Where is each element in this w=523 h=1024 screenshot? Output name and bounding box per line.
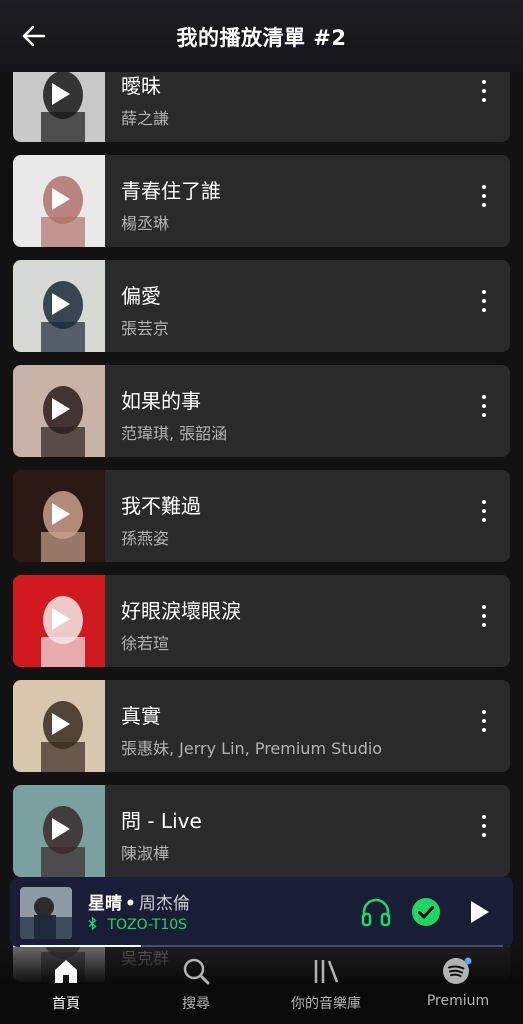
nav-library[interactable]: 你的音樂庫: [271, 957, 381, 1013]
more-options-icon[interactable]: [480, 185, 488, 217]
play-icon[interactable]: [51, 82, 71, 106]
track-row[interactable]: 問 - Live 陳淑樺: [13, 785, 510, 877]
track-row[interactable]: 偏愛 張芸京: [13, 260, 510, 352]
nav-home[interactable]: 首頁: [11, 957, 121, 1013]
nav-premium-label: Premium: [426, 993, 490, 1009]
more-options-icon[interactable]: [480, 710, 488, 742]
headphones-icon[interactable]: [360, 897, 392, 927]
now-playing-bar[interactable]: 星晴 • 周杰倫 TOZO-T10S: [10, 877, 513, 947]
track-title: 我不難過: [121, 494, 201, 518]
album-cover: [13, 575, 105, 667]
track-artist: 陳淑樺: [121, 844, 170, 863]
separator-dot: •: [125, 894, 136, 914]
top-bar: 我的播放清單 #2: [0, 0, 523, 72]
track-artist: 孫燕姿: [121, 529, 170, 548]
track-row[interactable]: 好眼淚壞眼淚 徐若瑄: [13, 575, 510, 667]
track-row[interactable]: 真實張惠妹, Jerry Lin, Premium Studio: [13, 680, 510, 772]
play-icon[interactable]: [51, 397, 71, 421]
track-artist: 薛之謙: [121, 109, 170, 128]
nav-library-label: 你的音樂庫: [291, 996, 361, 1012]
play-icon[interactable]: [51, 292, 71, 316]
track-row[interactable]: 如果的事范瑋琪, 張韶涵: [13, 365, 510, 457]
track-title: 偏愛: [121, 284, 161, 308]
library-icon: [314, 960, 339, 983]
track-row[interactable]: 青春住了誰 楊丞琳: [13, 155, 510, 247]
bottom-navigation: 首頁 搜尋 你的音樂庫 Premium: [0, 947, 523, 1024]
more-options-icon[interactable]: [480, 290, 488, 322]
now-playing-song: 星晴: [88, 894, 122, 914]
track-title: 如果的事: [121, 389, 201, 413]
more-options-icon[interactable]: [480, 80, 488, 112]
more-options-icon[interactable]: [480, 605, 488, 637]
play-icon[interactable]: [51, 187, 71, 211]
album-cover: [13, 155, 105, 247]
play-icon[interactable]: [51, 607, 71, 631]
search-icon: [183, 958, 210, 985]
saved-check-icon[interactable]: [411, 897, 441, 927]
nav-search[interactable]: 搜尋: [141, 957, 251, 1013]
album-cover: [13, 680, 105, 772]
play-icon[interactable]: [51, 817, 71, 841]
now-playing-cover: [20, 887, 72, 939]
play-icon[interactable]: [51, 502, 71, 526]
track-artist: 楊丞琳: [121, 214, 170, 233]
nav-search-label: 搜尋: [182, 996, 210, 1012]
home-icon: [55, 960, 77, 983]
track-artist: 張芸京: [121, 319, 170, 338]
track-title: 青春住了誰: [121, 179, 221, 203]
more-options-icon[interactable]: [480, 395, 488, 427]
now-playing-title: 星晴 • 周杰倫: [88, 889, 190, 914]
page-title: 我的播放清單 #2: [176, 26, 347, 50]
spotify-logo-icon: [443, 957, 472, 984]
track-row[interactable]: 我不難過 孫燕姿: [13, 470, 510, 562]
nav-premium[interactable]: Premium: [403, 957, 513, 1009]
album-cover: [13, 785, 105, 877]
bluetooth-icon: [88, 916, 101, 933]
play-icon[interactable]: [469, 899, 491, 925]
track-title: 問 - Live: [121, 809, 202, 833]
more-options-icon[interactable]: [480, 500, 488, 532]
connected-device[interactable]: TOZO-T10S: [88, 916, 188, 933]
album-cover: [13, 470, 105, 562]
album-cover: [13, 260, 105, 352]
play-icon[interactable]: [51, 712, 71, 736]
album-cover: [13, 365, 105, 457]
device-name: TOZO-T10S: [107, 917, 188, 933]
track-title: 曖昧: [121, 74, 161, 98]
track-title: 好眼淚壞眼淚: [121, 599, 241, 623]
track-artist: 張惠妹, Jerry Lin, Premium Studio: [121, 739, 383, 758]
more-options-icon[interactable]: [480, 815, 488, 847]
track-artist: 徐若瑄: [121, 634, 170, 653]
now-playing-artist: 周杰倫: [138, 894, 190, 914]
nav-home-label: 首頁: [52, 996, 80, 1012]
track-title: 真實: [121, 704, 161, 728]
track-artist: 范瑋琪, 張韶涵: [121, 424, 228, 443]
